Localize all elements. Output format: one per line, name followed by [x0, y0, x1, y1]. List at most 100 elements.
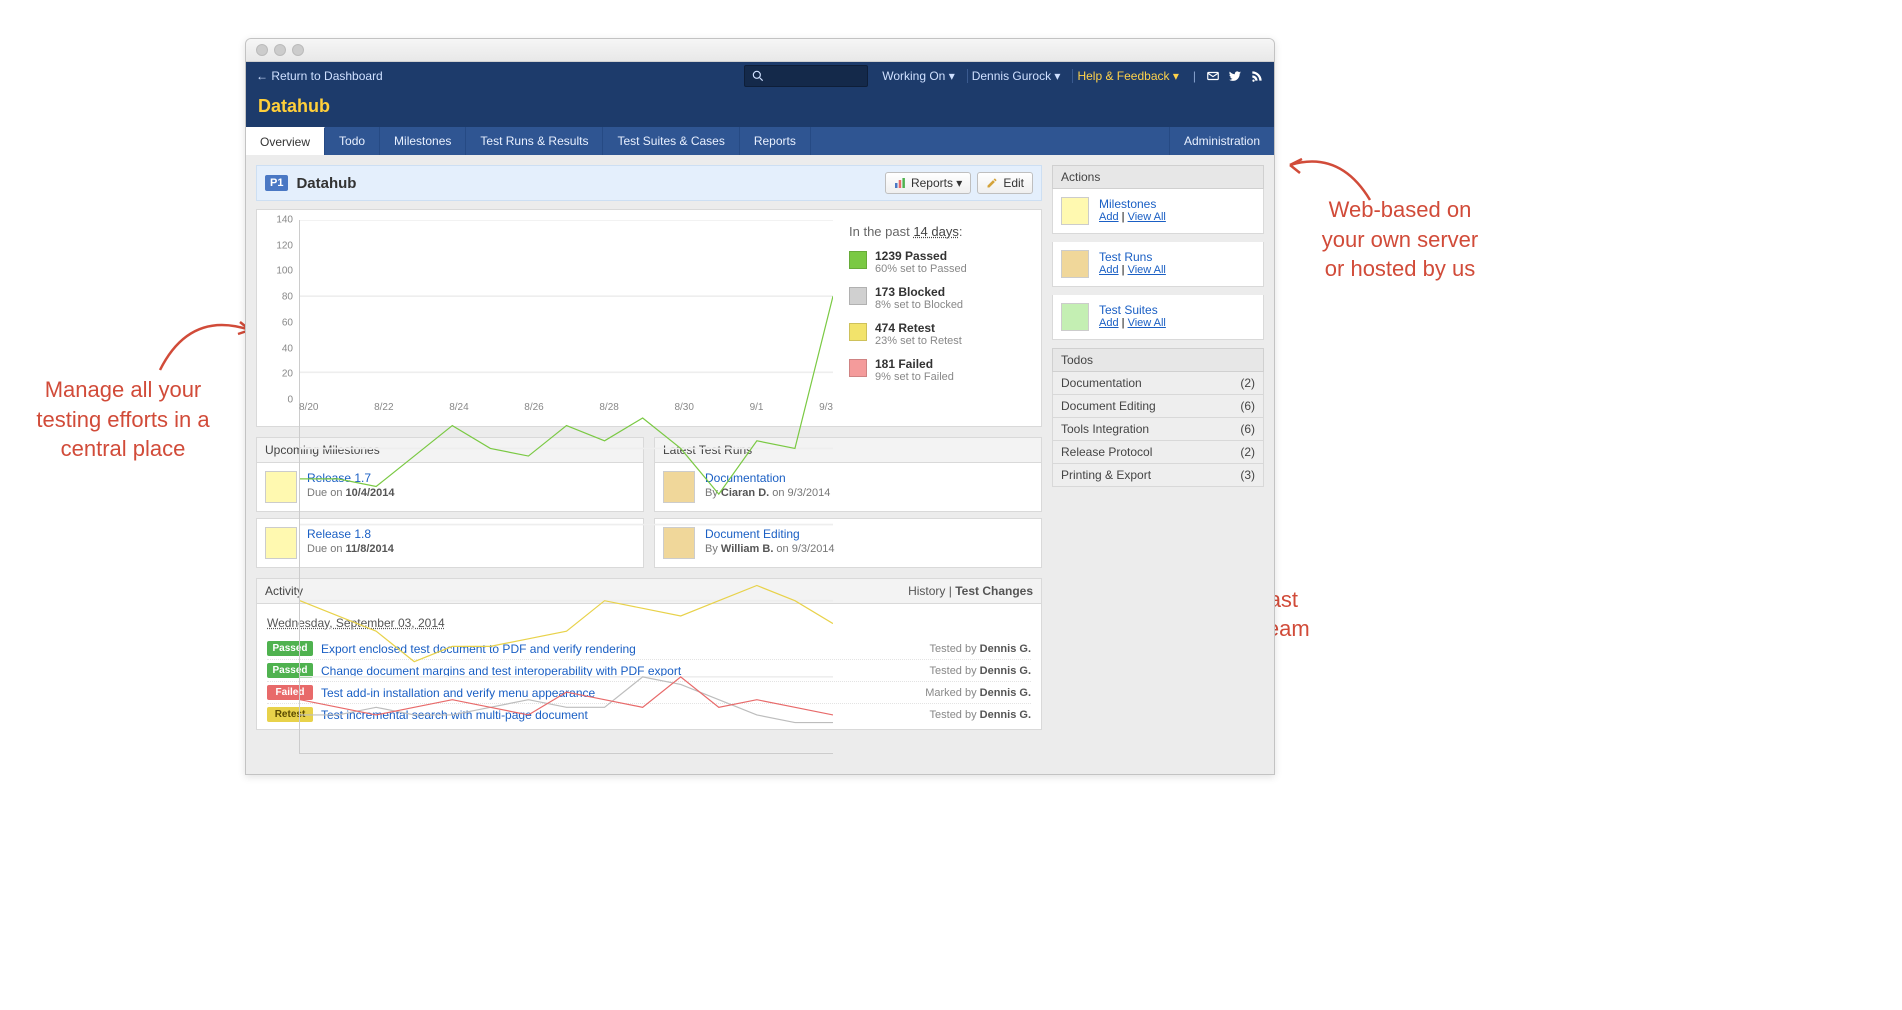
x-tick: 9/3	[819, 402, 833, 420]
sidebar-action-milestones: MilestonesAdd | View All	[1052, 189, 1264, 234]
mac-close-dot[interactable]	[256, 44, 268, 56]
todo-row[interactable]: Release Protocol (2)	[1052, 441, 1264, 464]
action-add-link[interactable]: Add	[1099, 317, 1119, 329]
mac-titlebar	[246, 39, 1274, 62]
tab-milestones[interactable]: Milestones	[380, 127, 466, 155]
arrow-left	[150, 300, 260, 380]
pencil-icon	[986, 177, 998, 189]
y-tick: 60	[282, 317, 293, 328]
top-banner: ← Return to Dashboard Working On ▾ Denni…	[246, 62, 1274, 127]
sidebar-action-test-runs: Test RunsAdd | View All	[1052, 242, 1264, 287]
sidebar-todos-heading: Todos	[1052, 348, 1264, 372]
y-tick: 40	[282, 343, 293, 354]
chart-legend: In the past 14 days: 1239 Passed60% set …	[849, 220, 1029, 420]
activity-test-changes-link[interactable]: Test Changes	[955, 584, 1033, 598]
edit-button-label: Edit	[1003, 176, 1024, 190]
annotation-left: Manage all yourtesting efforts in acentr…	[18, 375, 228, 464]
tab-test-suites-cases[interactable]: Test Suites & Cases	[603, 127, 739, 155]
action-add-link[interactable]: Add	[1099, 211, 1119, 223]
todo-count: (3)	[1240, 468, 1255, 482]
action-viewall-link[interactable]: View All	[1128, 264, 1166, 276]
legend-swatch	[849, 359, 867, 377]
series-retest	[300, 585, 833, 661]
x-tick: 8/30	[674, 402, 693, 420]
x-tick: 8/24	[449, 402, 468, 420]
action-color-icon	[1061, 197, 1089, 225]
search-box[interactable]	[744, 65, 868, 87]
x-tick: 8/22	[374, 402, 393, 420]
action-viewall-link[interactable]: View All	[1128, 317, 1166, 329]
working-on-menu[interactable]: Working On ▾	[878, 69, 959, 83]
card-color-icon	[265, 471, 297, 503]
todo-row[interactable]: Tools Integration(6)	[1052, 418, 1264, 441]
activity-by: Tested by Dennis G.	[930, 709, 1031, 721]
todo-row[interactable]: Documentation (2)	[1052, 372, 1264, 395]
bar-chart-icon	[894, 177, 906, 189]
twitter-icon[interactable]	[1228, 69, 1242, 83]
reports-button-label: Reports ▾	[911, 176, 962, 190]
chart-area: 020406080100120140 8/208/228/248/268/288…	[269, 220, 833, 420]
action-color-icon	[1061, 303, 1089, 331]
tab-test-runs-results[interactable]: Test Runs & Results	[466, 127, 603, 155]
x-tick: 8/26	[524, 402, 543, 420]
y-tick: 140	[276, 215, 293, 226]
todo-row[interactable]: Document Editing(6)	[1052, 395, 1264, 418]
activity-by: Tested by Dennis G.	[930, 643, 1031, 655]
reports-button[interactable]: Reports ▾	[885, 172, 971, 194]
y-tick: 80	[282, 292, 293, 303]
todo-count: (2)	[1240, 445, 1255, 459]
series-blocked	[300, 677, 833, 723]
sidebar-actions-heading: Actions	[1052, 165, 1264, 189]
card-color-icon	[265, 527, 297, 559]
todo-count: (2)	[1240, 376, 1255, 390]
todo-label: Release Protocol	[1061, 445, 1152, 459]
chart-plot	[299, 220, 833, 754]
rss-icon[interactable]	[1250, 69, 1264, 83]
arrow-right-top	[1280, 140, 1380, 210]
legend-item-failed: 181 Failed9% set to Failed	[849, 357, 1029, 383]
legend-item-blocked: 173 Blocked8% set to Blocked	[849, 285, 1029, 311]
tab-administration[interactable]: Administration	[1169, 127, 1274, 155]
action-add-link[interactable]: Add	[1099, 264, 1119, 276]
sidebar-action-test-suites: Test SuitesAdd | View All	[1052, 295, 1264, 340]
action-title[interactable]: Test Runs	[1099, 250, 1166, 264]
activity-by: Tested by Dennis G.	[930, 665, 1031, 677]
tab-overview[interactable]: Overview	[246, 127, 325, 155]
todo-label: Tools Integration	[1061, 422, 1149, 436]
legend-swatch	[849, 287, 867, 305]
return-to-dashboard-link[interactable]: ← Return to Dashboard	[256, 69, 383, 83]
summary-chart-box: 020406080100120140 8/208/228/248/268/288…	[256, 209, 1042, 427]
tab-todo[interactable]: Todo	[325, 127, 380, 155]
todo-label: Printing & Export	[1061, 468, 1151, 482]
tab-reports[interactable]: Reports	[740, 127, 811, 155]
legend-item-retest: 474 Retest23% set to Retest	[849, 321, 1029, 347]
todo-label: Documentation	[1061, 376, 1142, 390]
x-tick: 8/20	[299, 402, 318, 420]
edit-button[interactable]: Edit	[977, 172, 1033, 194]
todo-row[interactable]: Printing & Export (3)	[1052, 464, 1264, 487]
x-tick: 8/28	[599, 402, 618, 420]
action-color-icon	[1061, 250, 1089, 278]
mail-icon[interactable]	[1206, 69, 1220, 83]
priority-badge: P1	[265, 175, 288, 191]
x-tick: 9/1	[750, 402, 764, 420]
action-title[interactable]: Test Suites	[1099, 303, 1166, 317]
page-header: P1 Datahub Reports ▾ Edit	[256, 165, 1042, 201]
mac-max-dot[interactable]	[292, 44, 304, 56]
mac-min-dot[interactable]	[274, 44, 286, 56]
activity-by: Marked by Dennis G.	[925, 687, 1031, 699]
legend-title: In the past 14 days:	[849, 224, 1029, 239]
y-tick: 100	[276, 266, 293, 277]
page-title: Datahub	[296, 175, 878, 192]
user-menu[interactable]: Dennis Gurock ▾	[967, 69, 1065, 83]
action-title[interactable]: Milestones	[1099, 197, 1166, 211]
action-viewall-link[interactable]: View All	[1128, 211, 1166, 223]
search-input[interactable]	[765, 69, 849, 83]
y-tick: 120	[276, 240, 293, 251]
legend-swatch	[849, 251, 867, 269]
activity-history-link[interactable]: History	[908, 584, 945, 598]
main-tabbar: OverviewTodoMilestonesTest Runs & Result…	[246, 127, 1274, 155]
series-passed	[300, 296, 833, 494]
help-feedback-menu[interactable]: Help & Feedback ▾	[1072, 69, 1182, 83]
y-tick: 20	[282, 369, 293, 380]
